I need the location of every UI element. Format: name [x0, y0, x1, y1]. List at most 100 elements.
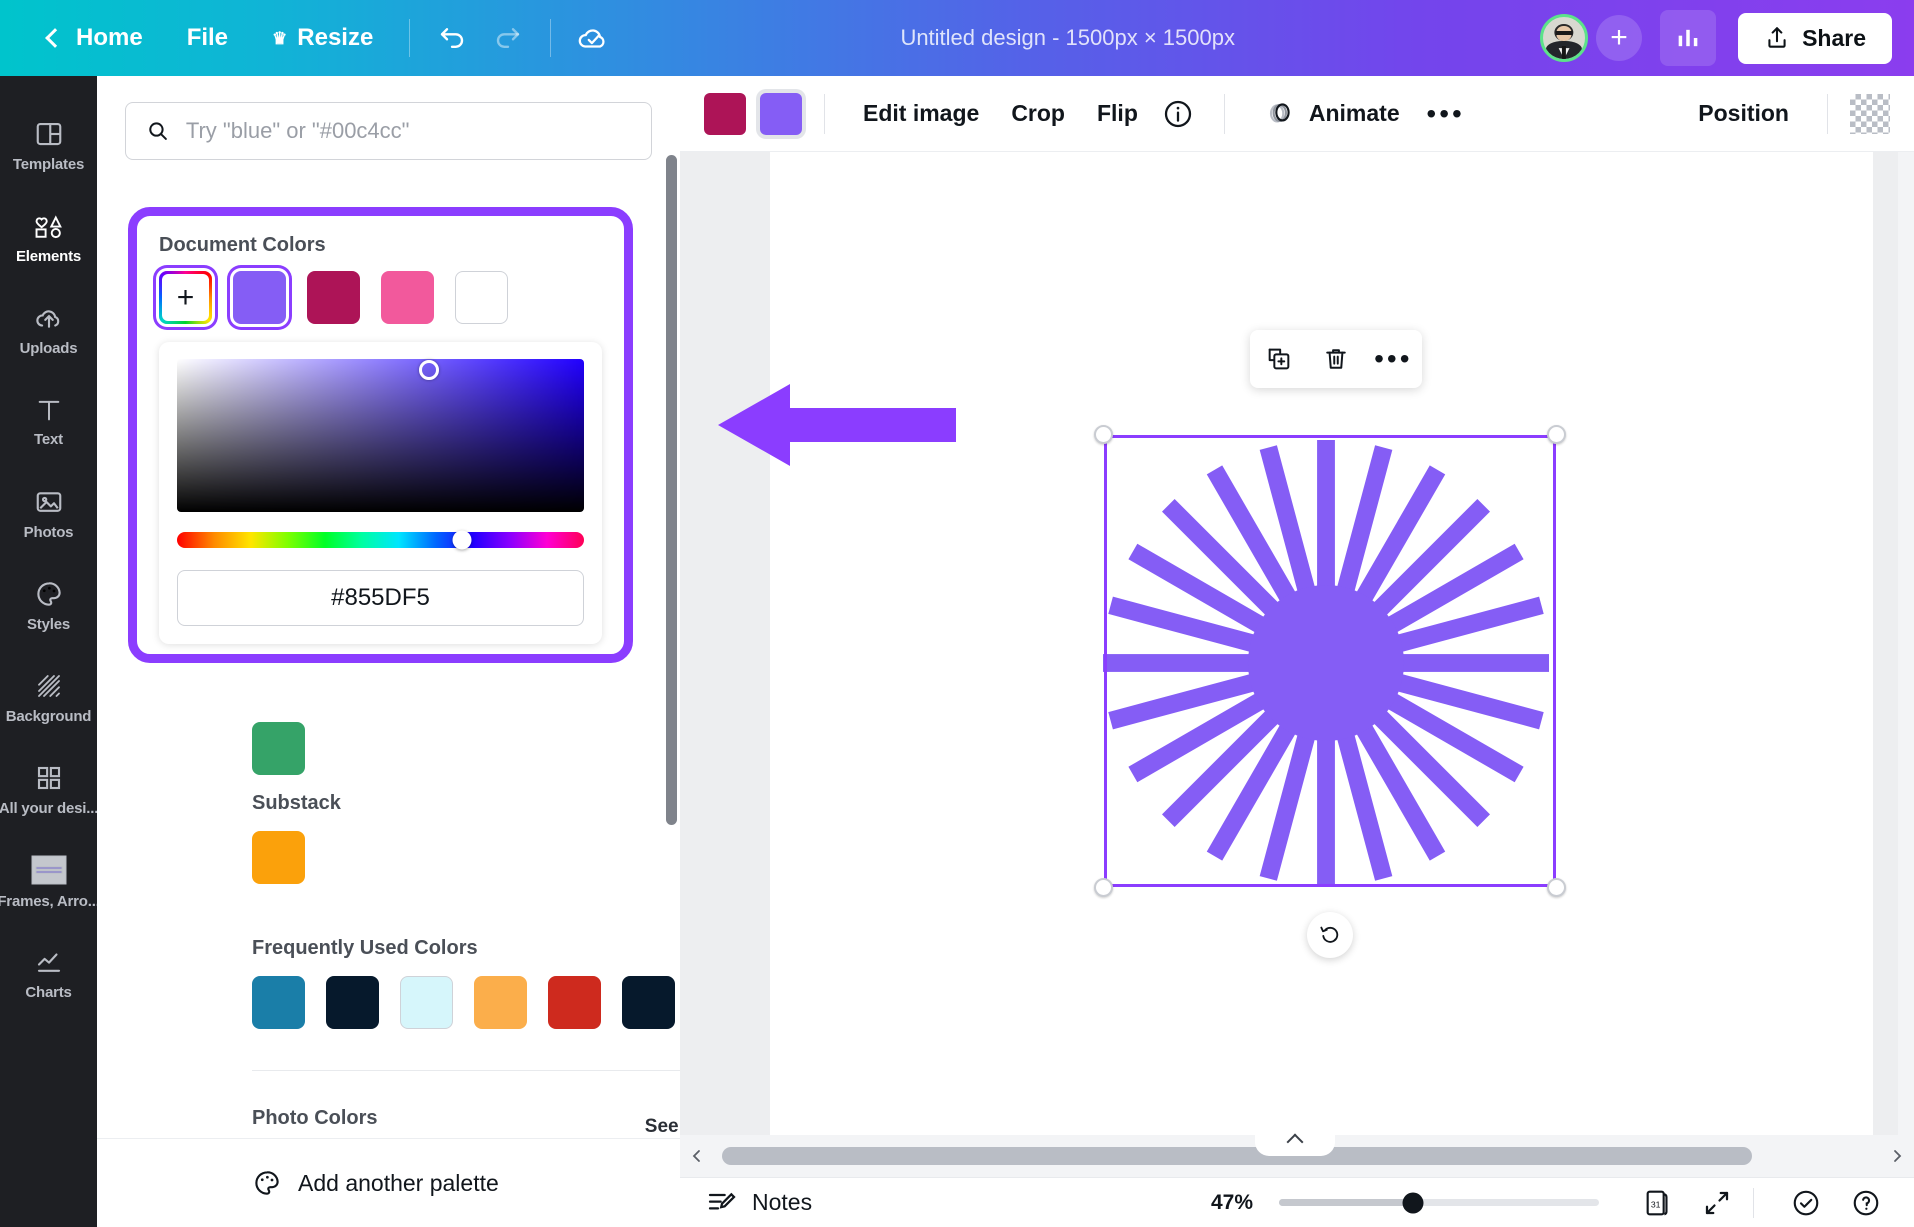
- zoom-slider-knob[interactable]: [1403, 1192, 1424, 1213]
- toolbar-color-swatch[interactable]: [704, 93, 746, 135]
- duplicate-button[interactable]: [1257, 337, 1301, 381]
- sidebar-item-elements[interactable]: Elements: [0, 192, 97, 284]
- color-swatch[interactable]: [381, 271, 434, 324]
- divider: [550, 19, 551, 57]
- position-button[interactable]: Position: [1682, 90, 1805, 137]
- sidebar-item-templates[interactable]: Templates: [0, 100, 97, 192]
- palette-icon: [252, 1168, 282, 1198]
- share-button[interactable]: Share: [1738, 13, 1892, 64]
- check-status-button[interactable]: [1784, 1181, 1828, 1225]
- animate-button[interactable]: Animate: [1247, 88, 1416, 140]
- sidebar-item-all-your-designs[interactable]: All your desi...: [0, 744, 97, 836]
- file-menu-button[interactable]: File: [165, 14, 250, 62]
- color-swatch[interactable]: [252, 722, 305, 775]
- collapse-panel-tab[interactable]: [1255, 1128, 1335, 1156]
- sidebar-item-label: All your desi...: [0, 800, 97, 817]
- resize-handle-top-right[interactable]: [1547, 425, 1566, 444]
- cloud-save-button[interactable]: [565, 12, 621, 64]
- hex-input[interactable]: #855DF5: [177, 570, 584, 626]
- resize-handle-bottom-left[interactable]: [1094, 878, 1113, 897]
- divider: [1753, 1188, 1754, 1218]
- color-swatch[interactable]: [326, 976, 379, 1029]
- color-swatch[interactable]: [455, 271, 508, 324]
- scroll-right-button[interactable]: [1880, 1135, 1914, 1177]
- rotate-button[interactable]: [1307, 912, 1353, 958]
- info-button[interactable]: [1154, 90, 1202, 138]
- see-all-button[interactable]: See all: [645, 1116, 680, 1138]
- search-input[interactable]: [186, 118, 631, 144]
- zoom-slider[interactable]: [1279, 1199, 1599, 1206]
- selection-border: [1104, 435, 1556, 887]
- color-swatch[interactable]: [252, 831, 305, 884]
- frames-icon: [27, 854, 71, 886]
- resize-button[interactable]: ♛ Resize: [250, 14, 395, 62]
- divider: [1224, 94, 1225, 134]
- add-collaborator-button[interactable]: +: [1596, 15, 1642, 61]
- annotation-arrow: [718, 378, 958, 478]
- add-palette-footer: Add another palette: [97, 1138, 680, 1227]
- insights-button[interactable]: [1660, 10, 1716, 66]
- flip-button[interactable]: Flip: [1081, 90, 1154, 137]
- crown-icon: ♛: [272, 30, 287, 47]
- sidebar-item-styles[interactable]: Styles: [0, 560, 97, 652]
- resize-handle-top-left[interactable]: [1094, 425, 1113, 444]
- section-title: Substack: [252, 792, 341, 815]
- saturation-value-area[interactable]: [177, 359, 584, 512]
- hue-slider-knob[interactable]: [452, 531, 471, 550]
- color-swatch[interactable]: [474, 976, 527, 1029]
- sidebar-item-uploads[interactable]: Uploads: [0, 284, 97, 376]
- crop-button[interactable]: Crop: [995, 90, 1081, 137]
- selection-box[interactable]: [1104, 435, 1556, 887]
- sidebar-item-text[interactable]: Text: [0, 376, 97, 468]
- scroll-thumb[interactable]: [722, 1147, 1752, 1165]
- sidebar-item-background[interactable]: Background: [0, 652, 97, 744]
- fullscreen-button[interactable]: [1695, 1181, 1739, 1225]
- grid-icon: [34, 763, 64, 793]
- info-circle-icon: [1162, 98, 1194, 130]
- canvas-area[interactable]: •••: [680, 152, 1914, 1135]
- avatar[interactable]: [1540, 14, 1588, 62]
- sidebar-item-photos[interactable]: Photos: [0, 468, 97, 560]
- top-toolbar-left-group: Home File ♛ Resize: [0, 12, 621, 64]
- more-dots-icon: •••: [1374, 352, 1412, 366]
- home-button[interactable]: Home: [26, 14, 165, 62]
- toolbar-color-swatch-selected[interactable]: [760, 93, 802, 135]
- canvas-vertical-scrollbar[interactable]: [1898, 152, 1914, 1135]
- document-colors-card: Document Colors + #855DF5: [128, 207, 633, 663]
- document-colors-swatch-row: +: [159, 271, 602, 324]
- delete-button[interactable]: [1314, 337, 1358, 381]
- document-title[interactable]: Untitled design - 1500px × 1500px: [900, 25, 1235, 51]
- color-swatch-selected[interactable]: [233, 271, 286, 324]
- undo-button[interactable]: [424, 12, 480, 64]
- color-swatch[interactable]: [548, 976, 601, 1029]
- color-swatch[interactable]: [252, 976, 305, 1029]
- add-another-palette-button[interactable]: Add another palette: [252, 1168, 499, 1198]
- redo-button[interactable]: [480, 12, 536, 64]
- sidebar-item-frames-arrows[interactable]: Frames, Arro...: [0, 836, 97, 928]
- see-all-label: See all: [645, 1116, 680, 1138]
- search-box[interactable]: [125, 102, 652, 160]
- home-label: Home: [76, 24, 143, 52]
- sidebar-item-label: Styles: [27, 616, 70, 633]
- help-button[interactable]: [1844, 1181, 1888, 1225]
- pages-view-button[interactable]: 31: [1635, 1181, 1679, 1225]
- color-swatch[interactable]: [622, 976, 675, 1029]
- sidebar-item-label: Background: [6, 708, 92, 725]
- more-options-button[interactable]: •••: [1416, 90, 1476, 138]
- sidebar-item-charts[interactable]: Charts: [0, 928, 97, 1020]
- color-swatch[interactable]: [307, 271, 360, 324]
- edit-image-button[interactable]: Edit image: [847, 90, 995, 137]
- rotate-icon: [1317, 922, 1343, 948]
- add-color-button[interactable]: +: [159, 271, 212, 324]
- panel-scrollbar[interactable]: [666, 155, 677, 825]
- chevron-right-icon: [1889, 1148, 1905, 1164]
- resize-handle-bottom-right[interactable]: [1547, 878, 1566, 897]
- sv-selector-knob[interactable]: [419, 360, 439, 380]
- hue-slider[interactable]: [177, 532, 584, 548]
- notes-button[interactable]: Notes: [706, 1187, 812, 1219]
- transparency-checker-icon[interactable]: [1850, 94, 1890, 134]
- plus-icon: +: [162, 274, 209, 321]
- scroll-left-button[interactable]: [680, 1135, 714, 1177]
- object-more-button[interactable]: •••: [1371, 337, 1415, 381]
- color-swatch[interactable]: [400, 976, 453, 1029]
